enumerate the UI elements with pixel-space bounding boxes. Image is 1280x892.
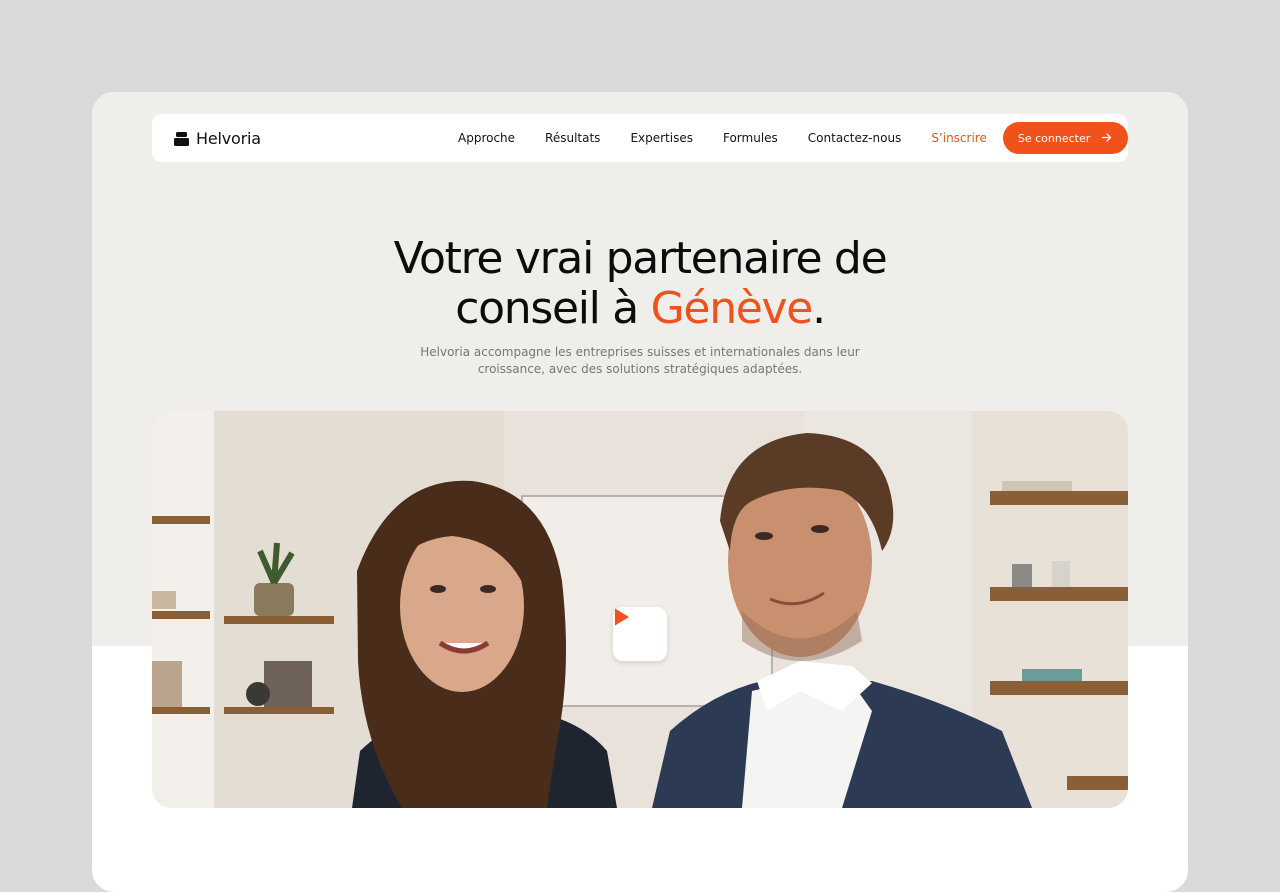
headline-accent-city: Génève	[650, 283, 814, 334]
nav-link-contact[interactable]: Contactez-nous	[808, 131, 902, 145]
nav-link-approche[interactable]: Approche	[458, 131, 515, 145]
signup-link[interactable]: S’inscrire	[931, 131, 987, 145]
headline-line-1: Votre vrai partenaire de	[393, 233, 888, 284]
nav-links: Approche Résultats Expertises Formules C…	[458, 114, 1129, 162]
headline-line-2-prefix: conseil à	[455, 283, 651, 334]
headline-suffix: .	[812, 283, 826, 334]
play-button[interactable]	[613, 607, 667, 661]
arrow-right-icon	[1102, 132, 1112, 145]
browser-frame: Helvoria Approche Résultats Expertises F…	[92, 92, 1188, 892]
navbar: Helvoria Approche Résultats Expertises F…	[152, 114, 1129, 162]
hero-video[interactable]	[152, 411, 1128, 808]
brand-name: Helvoria	[196, 128, 261, 148]
login-button[interactable]: Se connecter	[1002, 122, 1129, 154]
logo[interactable]: Helvoria	[174, 114, 261, 162]
nav-link-expertises[interactable]: Expertises	[630, 131, 693, 145]
hero-headline: Votre vrai partenaire de conseil à Génèv…	[92, 234, 1188, 334]
briefcase-icon	[174, 131, 189, 146]
nav-link-resultats[interactable]: Résultats	[545, 131, 600, 145]
login-button-label: Se connecter	[1017, 131, 1091, 145]
hero-subtitle: Helvoria accompagne les entreprises suis…	[420, 345, 860, 376]
nav-link-formules[interactable]: Formules	[723, 131, 778, 145]
